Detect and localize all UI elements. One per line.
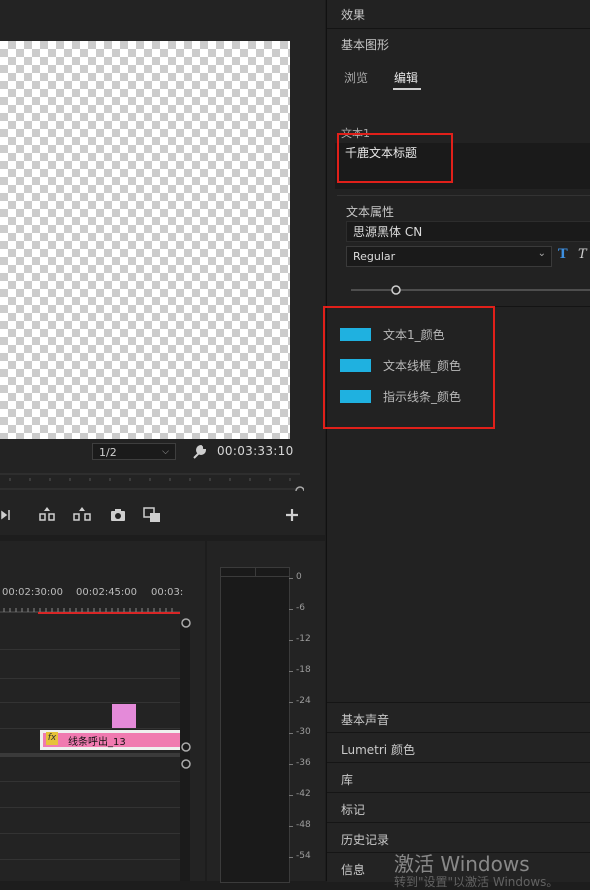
extract-icon[interactable]	[72, 505, 92, 525]
ruler-label: 00:02:30:00	[2, 587, 64, 598]
lift-icon[interactable]	[37, 505, 57, 525]
italic-icon[interactable]: T	[578, 247, 587, 262]
font-family-value: 思源黑体 CN	[353, 225, 423, 239]
tab-browse[interactable]: 浏览	[344, 69, 368, 86]
track-divider	[0, 702, 180, 703]
track-divider	[0, 781, 180, 782]
fx-badge: fx	[46, 732, 58, 745]
clip-label: 线条呼出_13	[68, 737, 126, 748]
tab-edit[interactable]: 编辑	[394, 69, 418, 86]
time-ruler-ticks[interactable]	[0, 603, 180, 615]
essential-graphics-title: 基本图形	[341, 38, 390, 52]
program-monitor: 1/2 ⌵ 00:03:33:10	[0, 0, 325, 535]
playhead-timecode: 00:03:33:10	[217, 444, 294, 458]
highlight-box	[337, 133, 453, 183]
preview-canvas	[0, 41, 290, 439]
insert-icon[interactable]	[0, 505, 20, 525]
scroll-handles[interactable]	[180, 618, 192, 848]
font-family-select[interactable]: 思源黑体 CN	[346, 221, 590, 242]
panel-essential-sound[interactable]: 基本声音	[327, 702, 590, 732]
ruler-label: 00:02:45:00	[76, 587, 138, 598]
panel-lumetri-color[interactable]: Lumetri 颜色	[327, 732, 590, 762]
ruler-label: 00:03:	[151, 587, 184, 598]
track-divider	[0, 649, 180, 650]
bold-icon[interactable]: T	[558, 247, 568, 262]
track-divider	[0, 859, 180, 860]
db-label: -54	[296, 851, 311, 861]
chevron-down-icon: ⌵	[162, 447, 169, 457]
timeline-panel: 00:02:30:00 00:02:45:00 00:03: fx 线条呼出_1…	[0, 541, 205, 881]
db-label: -30	[296, 727, 311, 737]
windows-activation-hint: 转到"设置"以激活 Windows。	[394, 875, 559, 889]
db-label: -42	[296, 789, 311, 799]
zoom-level-value: 1/2	[99, 446, 117, 459]
audio-meter	[220, 567, 290, 883]
timeline-clip[interactable]: fx 线条呼出_13	[40, 730, 180, 750]
active-tab-underline	[393, 88, 421, 90]
db-label: -48	[296, 820, 311, 830]
panel-libraries[interactable]: 库	[327, 762, 590, 792]
monitor-scrub-bar[interactable]	[0, 469, 304, 491]
db-label: -6	[296, 603, 305, 613]
timeline-clip-small[interactable]	[112, 704, 136, 728]
db-label: 0	[296, 572, 302, 582]
track-divider	[0, 807, 180, 808]
font-style-value: Regular	[353, 250, 396, 263]
zoom-level-select[interactable]: 1/2 ⌵	[92, 443, 176, 460]
transport-controls	[0, 505, 325, 531]
track-divider	[0, 728, 180, 729]
chevron-down-icon: ⌄	[537, 248, 546, 259]
panel-markers[interactable]: 标记	[327, 792, 590, 822]
db-label: -24	[296, 696, 311, 706]
track-divider	[0, 833, 180, 834]
text-props-label: 文本属性	[346, 205, 395, 219]
section-divider	[337, 195, 590, 196]
size-slider[interactable]	[351, 283, 590, 297]
audio-meter-panel: 0 -6 -12 -18 -24 -30 -36 -42 -48 -54	[207, 541, 325, 883]
db-label: -18	[296, 665, 311, 675]
add-button-icon[interactable]	[282, 505, 302, 525]
db-label: -36	[296, 758, 311, 768]
track-divider	[0, 678, 180, 679]
compare-view-icon[interactable]	[142, 505, 162, 525]
wrench-icon[interactable]	[190, 443, 208, 461]
font-style-select[interactable]: Regular ⌄	[346, 246, 552, 267]
db-label: -12	[296, 634, 311, 644]
camera-icon[interactable]	[108, 505, 128, 525]
effects-panel-title[interactable]: 效果	[341, 6, 365, 23]
highlight-box	[323, 306, 495, 429]
video-audio-divider	[0, 753, 180, 757]
